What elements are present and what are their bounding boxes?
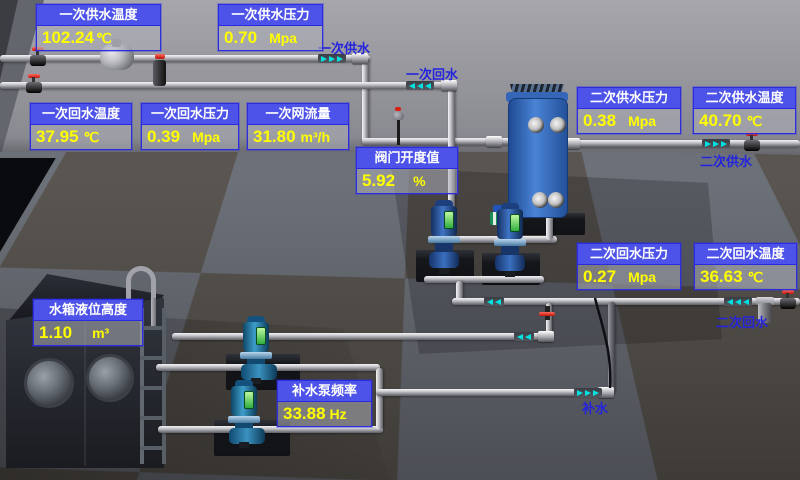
gauge-secondary-return-pressure: 二次回水压力 0.27 Mpa: [577, 243, 681, 290]
gauge-title: 二次供水温度: [694, 88, 795, 109]
pipe-flange: [538, 331, 554, 342]
pipe-pump-suction-manifold: [424, 276, 544, 283]
flow-arrows-tank-line: [514, 332, 534, 341]
pipe-makeup-join: [376, 368, 383, 430]
gauge-unit: Mpa: [628, 269, 656, 285]
gauge-unit: m³: [92, 325, 109, 341]
gauge-title: 二次回水压力: [578, 244, 680, 265]
pump-status-light: [244, 391, 254, 409]
gauge-value: 0.70: [224, 28, 257, 48]
gauge-makeup-pump-freq: 补水泵频率 33.88Hz: [277, 380, 372, 427]
pipe-tank-line: [172, 333, 550, 340]
gauge-unit: m³/h: [301, 129, 331, 145]
pipe-makeup-pump-b-line: [158, 426, 383, 433]
pipe-primary-supply: [0, 55, 370, 62]
pipe-secondary-supply: [560, 140, 800, 147]
control-valve[interactable]: [390, 107, 406, 145]
gauge-title: 二次回水温度: [695, 244, 796, 265]
tank-manhole: [86, 354, 134, 402]
pipe-primary-supply-drop: [362, 58, 369, 144]
gauge-title: 一次供水压力: [219, 5, 322, 26]
gauge-value: 36.63: [700, 267, 743, 287]
tank-manhole: [24, 358, 74, 408]
gauge-unit: Mpa: [192, 129, 220, 145]
valve-primary-return[interactable]: [26, 74, 42, 93]
flow-arrows-secondary-return: [724, 297, 752, 306]
pipe-primary-return: [0, 82, 455, 89]
gauge-title: 阀门开度值: [357, 148, 457, 169]
pipe-label-secondary-return: 二次回水: [716, 312, 768, 331]
bypass-valve[interactable]: [153, 54, 166, 88]
flow-arrows-suction: [484, 297, 504, 306]
tank-ladder: [140, 308, 166, 464]
sensor-cable: [592, 296, 618, 392]
gauge-value: 0.39: [147, 127, 180, 147]
gauge-title: 二次供水压力: [578, 88, 680, 109]
gauge-unit: ℃: [747, 113, 763, 130]
gauge-value: 0.27: [583, 267, 616, 287]
makeup-pump-2[interactable]: [228, 380, 266, 442]
pump-status-light: [256, 327, 266, 345]
gauge-primary-return-temp: 一次回水温度 37.95 ℃: [30, 103, 132, 150]
gauge-title: 一次网流量: [248, 104, 348, 125]
tank-vent-pipe: [126, 266, 156, 302]
circulation-pump-2[interactable]: [494, 203, 526, 277]
gauge-primary-return-pressure: 一次回水压力 0.39 Mpa: [141, 103, 239, 150]
hmi-scene: 一次供水 一次回水 二次供水 二次回水 补水 一次供水温度 102.24℃ 一次…: [0, 0, 800, 480]
circulation-pump-1[interactable]: [428, 200, 460, 274]
gauge-primary-supply-temp: 一次供水温度 102.24℃: [36, 4, 161, 51]
pipe-label-secondary-supply: 二次供水: [700, 151, 752, 170]
valve-secondary-supply[interactable]: [744, 132, 760, 151]
makeup-pump-1[interactable]: [240, 316, 278, 378]
gauge-value: 1.10: [39, 323, 72, 343]
gauge-valve-opening: 阀门开度值 5.92%: [356, 147, 458, 194]
valve-secondary-return[interactable]: [780, 290, 796, 309]
gauge-unit: ℃: [96, 30, 112, 47]
valve-tee-drain[interactable]: [539, 306, 555, 322]
gauge-unit: Mpa: [628, 113, 656, 129]
gauge-primary-flow: 一次网流量 31.80 m³/h: [247, 103, 349, 150]
hx-port: [528, 117, 544, 133]
gauge-value: 102.24: [42, 28, 94, 48]
pump-status-light: [444, 211, 454, 229]
pipe-label-makeup: 补水: [582, 398, 608, 417]
gauge-value: 37.95: [36, 127, 79, 147]
gauge-value: 40.70: [699, 111, 742, 131]
gauge-tank-level: 水箱液位高度 1.10 m³: [33, 299, 143, 346]
flow-arrows-secondary-supply: [702, 139, 730, 148]
gauge-title: 一次回水压力: [142, 104, 238, 125]
hx-port: [532, 192, 548, 208]
gauge-unit: Hz: [330, 406, 347, 422]
gauge-title: 补水泵频率: [278, 381, 371, 402]
gauge-title: 水箱液位高度: [34, 300, 142, 321]
gauge-unit: ℃: [84, 129, 100, 146]
heat-exchanger[interactable]: [500, 82, 586, 216]
hx-port: [548, 192, 564, 208]
gauge-unit: %: [413, 173, 425, 189]
gauge-value: 0.38: [583, 111, 616, 131]
pump-status-light: [510, 214, 520, 232]
gauge-unit: ℃: [748, 269, 764, 286]
gauge-unit: Mpa: [269, 30, 297, 46]
gauge-value: 31.80: [253, 127, 296, 147]
pipe-label-primary-return: 一次回水: [406, 64, 458, 83]
gauge-value: 5.92: [362, 171, 395, 191]
gauge-secondary-return-temp: 二次回水温度 36.63 ℃: [694, 243, 797, 290]
hx-port: [550, 117, 566, 133]
gauge-value: 33.88: [283, 404, 326, 424]
gauge-primary-supply-pressure: 一次供水压力 0.70 Mpa: [218, 4, 323, 51]
gauge-secondary-supply-temp: 二次供水温度 40.70 ℃: [693, 87, 796, 134]
gauge-title: 一次回水温度: [31, 104, 131, 125]
tank-vent-pipe-leg: [151, 298, 156, 326]
gauge-secondary-supply-pressure: 二次供水压力 0.38 Mpa: [577, 87, 681, 134]
gauge-title: 一次供水温度: [37, 5, 160, 26]
pipe-label-primary-supply: 一次供水: [318, 38, 370, 57]
